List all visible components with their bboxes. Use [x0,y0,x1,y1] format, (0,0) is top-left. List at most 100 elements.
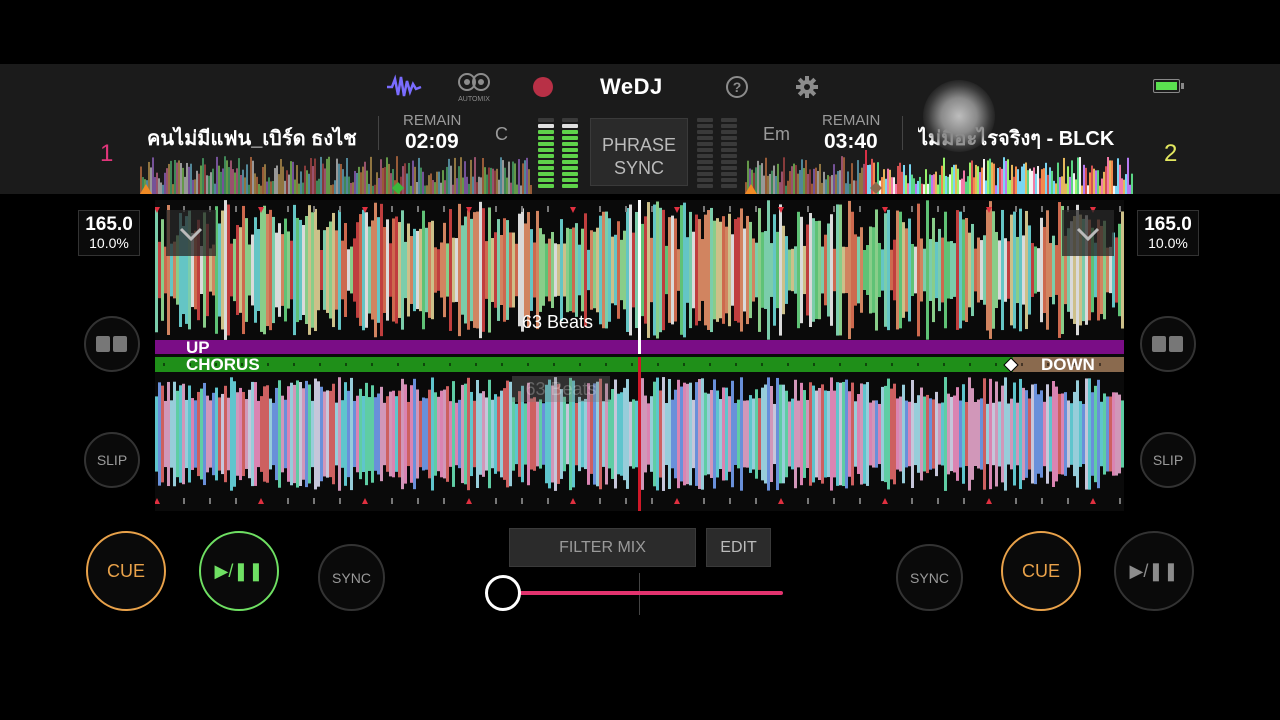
deck2-waveform-bar [971,388,974,480]
deck1-waveform-bar [1115,237,1118,303]
deck2-waveform-bar [203,382,206,486]
deck1-waveform-bar [1001,209,1004,331]
edit-button[interactable]: EDIT [706,528,771,567]
deck1-waveform-bar [1049,243,1052,297]
deck1-waveform-bar [266,213,269,327]
overview-bar [448,158,450,194]
overview-bar [785,185,787,194]
deck1-waveform-bar [359,214,362,326]
deck2-view-toggle-button[interactable] [1140,316,1196,372]
deck2-waveform-bar [983,378,986,490]
overview-bar [460,157,462,194]
deck1-sync-button[interactable]: SYNC [318,544,385,611]
overview-bar [1053,180,1055,194]
deck2-waveform-bar [716,390,719,478]
deck2-slip-button[interactable]: SLIP [1140,432,1196,488]
overview-bar [1129,184,1131,194]
phrase-dot [709,363,711,366]
deck1-slip-button[interactable]: SLIP [84,432,140,488]
deck2-collapse-chevron-icon[interactable] [1062,210,1114,256]
main-waveform-display[interactable] [155,200,1124,511]
beat-tick [859,206,861,212]
overview-bar [268,177,270,194]
deck1-overview-waveform[interactable] [140,150,532,194]
deck1-cue-button[interactable]: CUE [86,531,166,611]
deck2-bpm-display[interactable]: 165.0 10.0% [1137,210,1199,256]
overview-bar [222,168,224,194]
filter-mix-button[interactable]: FILTER MIX [509,528,696,567]
deck1-waveform-bar [392,218,395,322]
deck2-waveform-bar [887,378,890,490]
deck2-waveform-bar [488,379,491,489]
deck2-overview-waveform[interactable] [745,150,1133,194]
phrase-up-label: UP [186,338,210,357]
meter-segment [721,148,737,152]
deck2-waveform-bar [1055,386,1058,482]
deck1-view-toggle-button[interactable] [84,316,140,372]
deck2-waveform-bar [578,396,581,472]
deck2-waveform-bar [497,396,500,472]
deck1-waveform-bar [404,241,407,299]
deck1-waveform-bar [761,232,764,308]
deck2-waveform-bar [308,384,311,484]
overview-bar [304,165,306,194]
deck2-waveform-bar [746,400,749,468]
settings-gear-icon[interactable] [795,75,819,99]
deck2-waveform-bar [386,396,389,472]
deck2-waveform-bar [353,400,356,468]
automix-button[interactable]: AUTOMIX [455,72,493,104]
deck2-waveform-bar [161,385,164,483]
deck2-cue-button[interactable]: CUE [1001,531,1081,611]
deck2-waveform-bar [317,381,320,487]
deck2-waveform-bar [1100,401,1103,467]
deck1-waveform-bar [470,218,473,322]
deck1-waveform-bar [779,204,782,336]
meter-segment [721,166,737,170]
beat-tick [651,206,653,212]
beat-tick [547,206,549,212]
phrase-sync-button[interactable]: PHRASE SYNC [590,118,688,186]
overview-bar [150,167,152,194]
meter-segment [697,166,713,170]
deck2-waveform-bar [857,394,860,474]
deck2-sync-button[interactable]: SYNC [896,544,963,611]
deck1-collapse-chevron-icon[interactable] [166,210,216,256]
overview-bar [260,185,262,194]
phrase-dot [1021,363,1023,366]
deck1-waveform-bar [836,204,839,336]
crossfader-knob[interactable] [485,575,521,611]
beat-tick [807,206,809,212]
record-button[interactable] [533,77,553,97]
deck2-waveform-bar [446,386,449,482]
overview-bar [524,160,526,194]
beat-tick [495,498,497,504]
deck2-waveform-bar [494,394,497,474]
overview-bar [931,175,933,194]
help-icon[interactable]: ? [726,76,748,98]
deck2-play-pause-button[interactable]: ▶/❚❚ [1114,531,1194,611]
deck1-waveform-bar [818,220,821,320]
overview-bar [184,176,186,194]
deck1-waveform-bar [866,245,869,295]
overview-bar [775,175,777,194]
deck1-waveform-bar [626,208,629,332]
overview-bar [528,169,530,194]
overview-bar [380,159,382,194]
overview-bar [1029,168,1031,194]
deck1-play-pause-button[interactable]: ▶/❚❚ [199,531,279,611]
deck1-waveform-bar [1016,236,1019,304]
deck1-waveform-bar [806,224,809,316]
overview-bar [993,163,995,194]
overview-bar [1089,172,1091,194]
overview-bar [276,165,278,194]
overview-bar [432,180,434,194]
meter-segment [697,130,713,134]
phrase-dot [371,363,373,366]
deck2-waveform-bar [440,390,443,478]
waveform-view-icon[interactable] [386,74,422,100]
deck2-waveform-bar [1022,387,1025,481]
overview-bar [825,179,827,194]
deck1-bpm-display[interactable]: 165.0 10.0% [78,210,140,256]
overview-bar [422,171,424,194]
deck2-waveform-bar [644,395,647,473]
